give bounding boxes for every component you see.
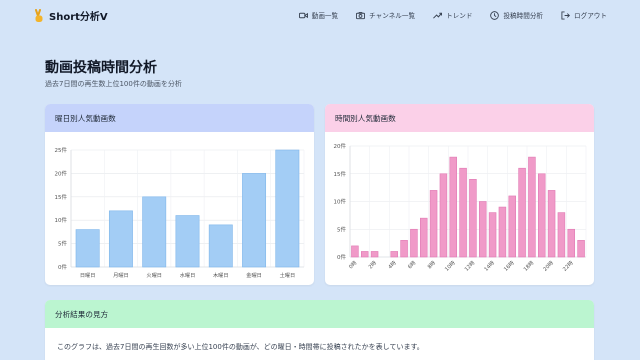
bar[interactable] [410,228,418,258]
video-icon [298,12,308,18]
x-tick-label: 14時 [483,259,496,272]
bar[interactable] [108,210,133,268]
nav-logout[interactable]: ログアウト [561,10,607,20]
explanation-card: 分析結果の見方 このグラフは、過去7日間の再生回数が多い上位100件の動画が、ど… [45,300,594,360]
bar[interactable] [508,195,516,258]
x-tick-label: 8時 [426,259,437,270]
bar[interactable] [175,215,200,268]
bar[interactable] [488,212,497,258]
x-tick-label: 16時 [502,259,515,272]
x-tick-label: 2時 [367,259,378,270]
x-tick-label: 6時 [406,259,417,270]
bar[interactable] [420,217,428,258]
y-tick-label: 15件 [334,170,347,178]
y-tick-label: 10件 [334,198,347,206]
bar[interactable] [370,251,379,258]
x-tick-label: 火曜日 [146,272,162,279]
bar[interactable] [449,156,457,258]
bar[interactable] [538,173,546,258]
nav-videos[interactable]: 動画一覧 [298,10,339,20]
nav-channels-label: チャンネル一覧 [369,12,416,20]
hour-chart-title: 時間別人気動画数 [325,104,594,132]
bar[interactable] [390,251,398,258]
logout-icon [561,10,571,20]
x-tick-label: 12時 [463,259,476,272]
bar[interactable] [459,167,467,258]
bar[interactable] [547,190,556,258]
bar[interactable] [75,229,100,268]
victory-hand-icon [35,8,43,22]
nav-trends[interactable]: トレンド [433,10,472,20]
bar[interactable] [439,173,448,258]
bar[interactable] [275,149,300,268]
explanation-text: このグラフは、過去7日間の再生回数が多い上位100件の動画が、どの曜日・時間帯に… [57,343,424,351]
x-tick-label: 水曜日 [180,271,196,279]
y-tick-label: 20件 [55,169,68,177]
bar[interactable] [351,245,359,258]
y-tick-label: 5件 [58,240,67,248]
nav-time-analysis-label: 投稿時間分析 [503,12,544,20]
brand-name: Short分析V [49,12,108,23]
bar[interactable] [361,251,369,258]
y-tick-label: 0件 [58,263,67,271]
nav-logout-label: ログアウト [574,12,607,20]
nav-channels[interactable]: チャンネル一覧 [356,10,415,20]
hour-chart-card: 時間別人気動画数 0件 5件 10件 15件 20件 0時 2時 4時 6時 8時 10時 12時 14… [325,104,594,285]
y-tick-label: 5件 [337,225,346,233]
bar[interactable] [242,173,267,268]
x-tick-label: 22時 [561,259,574,272]
top-nav: Short分析V 動画一覧 チャンネル一覧 トレンド 投稿時間分析 ログアウト [0,0,640,32]
trend-icon [433,12,443,19]
x-tick-label: 日曜日 [80,272,96,279]
bar[interactable] [518,167,526,258]
bar[interactable] [557,212,566,258]
x-tick-label: 18時 [522,259,535,272]
x-tick-label: 4時 [387,259,398,270]
bar[interactable] [528,156,536,258]
y-tick-label: 15件 [55,193,68,201]
x-tick-label: 20時 [542,259,555,272]
x-tick-label: 木曜日 [213,271,229,279]
explanation-title: 分析結果の見方 [45,300,594,328]
x-tick-label: 金曜日 [246,271,262,279]
y-tick-label: 25件 [55,146,68,154]
bar[interactable] [577,240,585,258]
brand-logo[interactable]: Short分析V [33,8,108,23]
page-title: 動画投稿時間分析 [45,60,157,76]
y-tick-label: 20件 [334,142,347,150]
x-tick-label: 10時 [443,259,456,272]
bar[interactable] [400,240,408,258]
bar[interactable] [479,201,487,258]
bar[interactable] [498,206,507,258]
weekday-chart-card: 曜日別人気動画数 0件 5件 10件 15件 20件 25件日曜日 月曜日 火曜日 水曜日 木曜日… [45,104,314,285]
weekday-chart-title: 曜日別人気動画数 [45,104,314,132]
nav-videos-label: 動画一覧 [311,12,339,20]
x-tick-label: 土曜日 [280,271,296,279]
bar[interactable] [567,228,575,258]
bar[interactable] [429,190,438,258]
nav-time-analysis[interactable]: 投稿時間分析 [490,10,543,20]
page-subtitle: 過去7日間の再生数上位100件の動画を分析 [45,80,182,88]
x-tick-label: 0時 [347,259,358,270]
y-tick-label: 10件 [55,216,68,224]
nav-trends-label: トレンド [446,12,473,20]
nav-links: 動画一覧 チャンネル一覧 トレンド 投稿時間分析 ログアウト [298,10,607,20]
hour-chart: 0件 5件 10件 15件 20件 0時 2時 4時 6時 8時 10時 12時 14時 16時 18時 20… [334,142,587,273]
bar[interactable] [142,196,167,268]
bar[interactable] [469,178,477,258]
x-tick-label: 月曜日 [113,272,129,279]
clock-icon [490,10,500,20]
weekday-chart: 0件 5件 10件 15件 20件 25件日曜日 月曜日 火曜日 水曜日 木曜日 金曜日 土曜日 [55,146,305,279]
camera-icon [356,11,366,19]
y-tick-label: 0件 [337,253,346,261]
bar[interactable] [208,224,233,268]
